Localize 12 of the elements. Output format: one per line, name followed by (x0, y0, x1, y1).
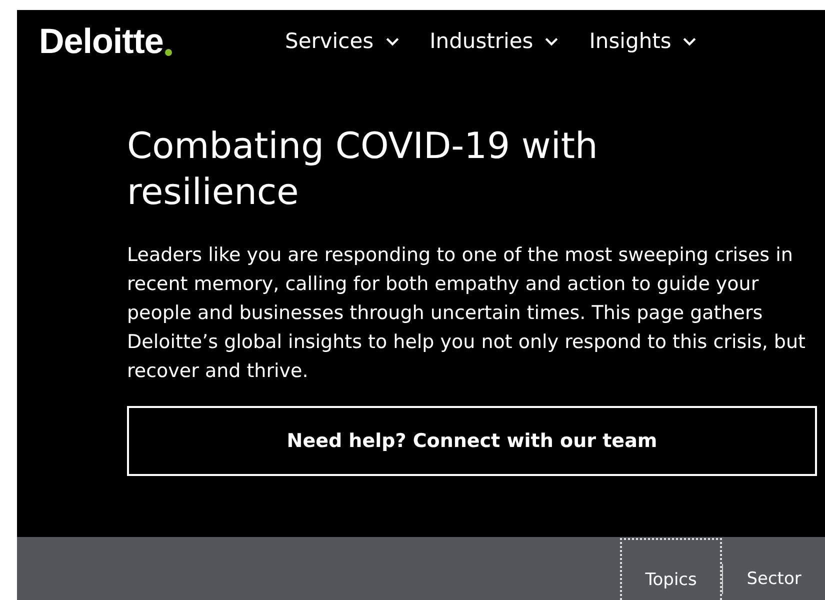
nav-menu-button[interactable]: Insights (589, 29, 696, 53)
hero-paragraph: Leaders like you are responding to one of the most sweeping crises in recent memory, calling for both empathy and action to guide your people and businesses through uncertain times. This page gathers Deloitte’s global insights to help you not only respond to this crisis, but recover and thrive. (127, 243, 806, 384)
chevron-down-icon (545, 36, 558, 46)
hero-heading: Combating COVID-19 with resilience (127, 125, 599, 215)
logo[interactable]: Deloitte (39, 24, 164, 58)
nav-menu-button[interactable]: Services (285, 29, 399, 53)
dot-icon (165, 48, 172, 56)
tab[interactable]: Sector (723, 538, 825, 600)
connect-button[interactable]: Need help? Connect with our team (127, 406, 817, 476)
chevron-down-icon (683, 36, 696, 46)
nav-menu-button[interactable]: Industries (430, 29, 558, 53)
chevron-down-icon (386, 36, 399, 46)
